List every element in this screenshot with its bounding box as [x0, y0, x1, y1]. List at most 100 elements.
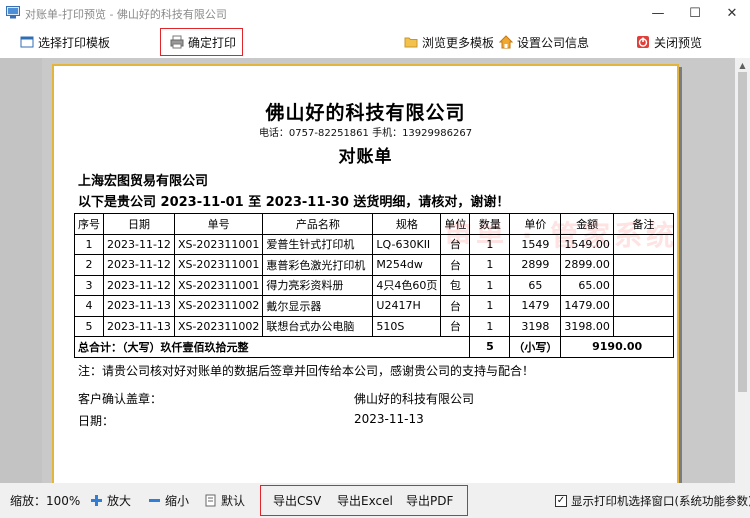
- cell-remark: [612, 295, 674, 317]
- zoom-level: 缩放：100%: [10, 494, 81, 508]
- default-zoom-label: 默认: [221, 494, 246, 508]
- vertical-scrollbar[interactable]: ▲: [735, 58, 750, 483]
- cell-spec: 510S: [372, 315, 442, 337]
- close-preview-label: 关闭预览: [654, 35, 703, 50]
- zoom-in-button[interactable]: 放大: [90, 483, 131, 518]
- cell-date: 2023-11-12: [103, 274, 175, 296]
- cell-remark: [612, 233, 674, 255]
- cell-amount: 1479.00: [560, 295, 614, 317]
- title-bar: 对账单-打印预览 - 佛山好的科技有限公司 — ☐ ✕: [0, 0, 750, 26]
- total-amount: 9190.00: [560, 336, 674, 358]
- cell-remark: [612, 315, 674, 337]
- cell-qty: 1: [469, 315, 511, 337]
- minimize-icon: —: [651, 5, 665, 21]
- cell-date: 2023-11-12: [103, 254, 175, 276]
- cell-spec: M254dw: [372, 254, 442, 276]
- plus-icon: [91, 495, 102, 506]
- close-button[interactable]: ✕: [714, 0, 750, 26]
- show-printer-dialog-checkbox[interactable]: ✓ 显示打印机选择窗口(系统功能参数): [555, 483, 750, 518]
- toolbar: 选择打印模板 确定打印 浏览更多模板 设置公司信息 关闭预览: [0, 26, 750, 58]
- date-label: 日期：: [78, 414, 115, 428]
- browse-templates-button[interactable]: 浏览更多模板: [404, 26, 494, 58]
- cell-product: 惠普彩色激光打印机: [262, 254, 374, 276]
- cell-amount: 2899.00: [560, 254, 614, 276]
- column-header: 单号: [173, 213, 264, 235]
- export-csv-label: 导出CSV: [273, 494, 322, 508]
- cell-price: 1479: [509, 295, 562, 317]
- export-pdf-button[interactable]: 导出PDF: [406, 483, 453, 518]
- home-icon: [499, 35, 513, 49]
- cell-order: XS-202311001: [173, 233, 264, 255]
- export-pdf-label: 导出PDF: [406, 494, 454, 508]
- cell-no: 2: [74, 254, 104, 276]
- cell-price: 65: [509, 274, 562, 296]
- column-header: 金额: [560, 213, 614, 235]
- table-row: 3 2023-11-12 XS-202311001 得力亮彩资料册 4只4色60…: [74, 274, 674, 296]
- cell-price: 1549: [509, 233, 562, 255]
- preview-margin: [0, 58, 42, 483]
- default-zoom-button[interactable]: 默认: [204, 483, 245, 518]
- cell-no: 5: [74, 315, 104, 337]
- preview-area[interactable]: 审单 · 管家系统 佛山好的科技有限公司 电话：0757-82251861 手机…: [0, 58, 750, 494]
- column-header: 备注: [612, 213, 674, 235]
- export-csv-button[interactable]: 导出CSV: [273, 483, 321, 518]
- cell-product: 爱普生针式打印机: [262, 233, 374, 255]
- window-list-icon: [20, 36, 34, 48]
- zoom-out-button[interactable]: 缩小: [148, 483, 189, 518]
- cell-product: 戴尔显示器: [262, 295, 374, 317]
- cell-date: 2023-11-13: [103, 315, 175, 337]
- cell-date: 2023-11-12: [103, 233, 175, 255]
- cell-price: 3198: [509, 315, 562, 337]
- cell-order: XS-202311002: [173, 295, 264, 317]
- stamp-company: 佛山好的科技有限公司: [354, 392, 475, 406]
- cell-product: 联想台式办公电脑: [262, 315, 374, 337]
- select-template-button[interactable]: 选择打印模板: [20, 26, 110, 58]
- cell-no: 3: [74, 274, 104, 296]
- column-header: 序号: [74, 213, 104, 235]
- total-lowercase-label: （小写）: [509, 336, 562, 358]
- checkmark-icon[interactable]: ✓: [555, 494, 567, 507]
- scroll-thumb[interactable]: [738, 72, 747, 392]
- cell-product: 得力亮彩资料册: [262, 274, 374, 296]
- table-row: 2 2023-11-12 XS-202311001 惠普彩色激光打印机 M254…: [74, 254, 674, 276]
- scroll-up-icon[interactable]: ▲: [735, 58, 750, 72]
- cell-no: 4: [74, 295, 104, 317]
- cell-order: XS-202311001: [173, 254, 264, 276]
- cell-qty: 1: [469, 254, 511, 276]
- power-icon: [637, 36, 649, 48]
- cell-qty: 1: [469, 274, 511, 296]
- cell-unit: 包: [440, 274, 471, 296]
- cell-remark: [612, 274, 674, 296]
- total-quantity: 5: [469, 336, 511, 358]
- document-note: 注：请贵公司核对好对账单的数据后签章并回传给本公司，感谢贵公司的支持与配合！: [78, 364, 535, 378]
- cell-spec: U2417H: [372, 295, 442, 317]
- cell-order: XS-202311002: [173, 315, 264, 337]
- show-printer-dialog-label: 显示打印机选择窗口(系统功能参数): [571, 493, 750, 508]
- column-header: 单价: [509, 213, 562, 235]
- cell-remark: [612, 254, 674, 276]
- table-row: 4 2023-11-13 XS-202311002 戴尔显示器 U2417H 台…: [74, 295, 674, 317]
- stamp-label: 客户确认盖章：: [78, 392, 163, 406]
- minus-icon: [149, 499, 160, 502]
- close-preview-button[interactable]: 关闭预览: [636, 26, 702, 58]
- confirm-print-label: 确定打印: [188, 35, 237, 50]
- zoom-in-label: 放大: [107, 494, 132, 508]
- table-header-row: 序号 日期 单号 产品名称 规格 单位 数量 单价 金额 备注: [74, 213, 674, 235]
- column-header: 数量: [469, 213, 511, 235]
- company-settings-button[interactable]: 设置公司信息: [499, 26, 589, 58]
- maximize-button[interactable]: ☐: [677, 0, 713, 26]
- export-excel-button[interactable]: 导出Excel: [337, 483, 393, 518]
- cell-qty: 1: [469, 295, 511, 317]
- confirm-print-button[interactable]: 确定打印: [170, 26, 236, 58]
- minimize-button[interactable]: —: [640, 0, 676, 26]
- table-row: 1 2023-11-12 XS-202311001 爱普生针式打印机 LQ-63…: [74, 233, 674, 255]
- date-value: 2023-11-13: [354, 412, 424, 426]
- ledger-table: 序号 日期 单号 产品名称 规格 单位 数量 单价 金额 备注 1 2023-1…: [73, 213, 674, 358]
- paper-page: 审单 · 管家系统 佛山好的科技有限公司 电话：0757-82251861 手机…: [52, 64, 679, 494]
- column-header: 规格: [372, 213, 442, 235]
- zoom-out-label: 缩小: [165, 494, 190, 508]
- column-header: 日期: [103, 213, 175, 235]
- app-icon: [6, 6, 20, 19]
- maximize-icon: ☐: [689, 5, 701, 21]
- column-header: 产品名称: [262, 213, 374, 235]
